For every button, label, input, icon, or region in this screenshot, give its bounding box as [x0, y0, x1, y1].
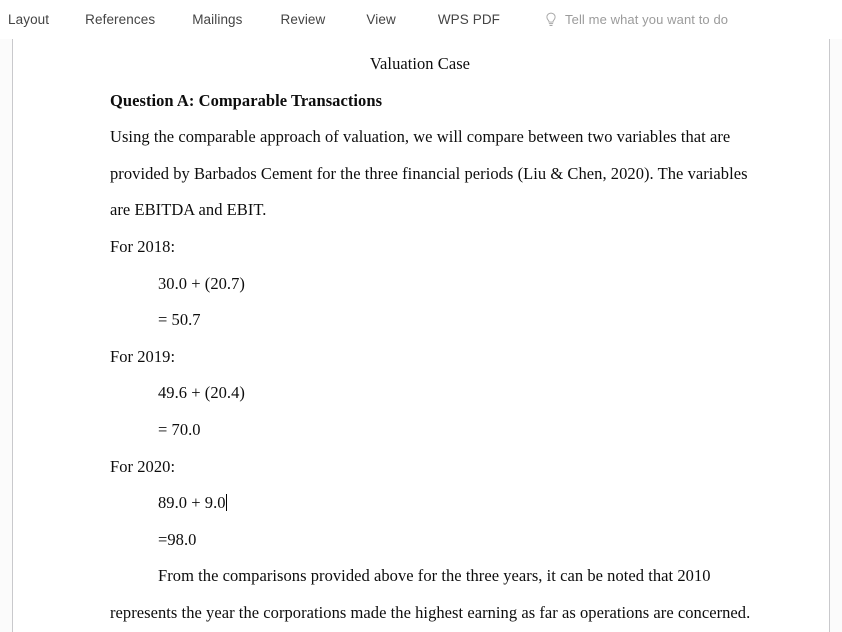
calculation-result-2019: = 70.0	[158, 419, 201, 439]
document-page[interactable]: Valuation Case Question A: Comparable Tr…	[13, 39, 829, 632]
page-margin-right-area	[830, 39, 842, 632]
ribbon-tab-view[interactable]: View	[366, 0, 395, 39]
calculation-expression-2020-row: 89.0 + 9.0	[110, 485, 750, 522]
calculation-expression-2018: 30.0 + (20.7)	[158, 273, 245, 293]
tell-me-label: Tell me what you want to do	[565, 12, 729, 27]
tell-me-search-box[interactable]: Tell me what you want to do	[544, 0, 728, 39]
ribbon-tab-mailings[interactable]: Mailings	[192, 0, 242, 39]
section-heading: Question A: Comparable Transactions	[110, 90, 383, 110]
document-canvas[interactable]: Valuation Case Question A: Comparable Tr…	[0, 39, 842, 632]
calculation-expression-2019: 49.6 + (20.4)	[158, 383, 245, 403]
ribbon-tab-bar: Layout References Mailings Review View W…	[0, 0, 842, 39]
lightbulb-icon	[544, 12, 558, 28]
ribbon-tab-review[interactable]: Review	[281, 0, 326, 39]
page-border-right	[829, 39, 830, 632]
calculation-result-2018: = 50.7	[158, 310, 201, 330]
calculation-expression-2020: 89.0 + 9.0	[158, 493, 226, 513]
document-text-flow[interactable]: Valuation Case Question A: Comparable Tr…	[110, 39, 750, 632]
word-document-window: Layout References Mailings Review View W…	[0, 0, 842, 632]
year-label-2020: For 2020:	[110, 456, 176, 476]
page-margin-left-area	[0, 39, 12, 632]
text-cursor-caret	[225, 494, 227, 512]
intro-paragraph-line-1: Using the comparable approach of valuati…	[110, 127, 731, 147]
closing-paragraph-line-2: represents the year the corporations mad…	[110, 602, 751, 622]
ribbon-tab-layout[interactable]: Layout	[8, 0, 49, 39]
ribbon-tab-references[interactable]: References	[85, 0, 155, 39]
document-title: Valuation Case	[369, 54, 471, 73]
ribbon-tab-wps-pdf[interactable]: WPS PDF	[438, 0, 500, 39]
calculation-result-2020: =98.0	[158, 529, 197, 549]
intro-paragraph-line-3: are EBITDA and EBIT.	[110, 200, 267, 220]
closing-paragraph-line-1: From the comparisons provided above for …	[158, 566, 711, 586]
intro-paragraph-line-2: provided by Barbados Cement for the thre…	[110, 163, 748, 183]
year-label-2019: For 2019:	[110, 346, 176, 366]
year-label-2018: For 2018:	[110, 236, 176, 256]
